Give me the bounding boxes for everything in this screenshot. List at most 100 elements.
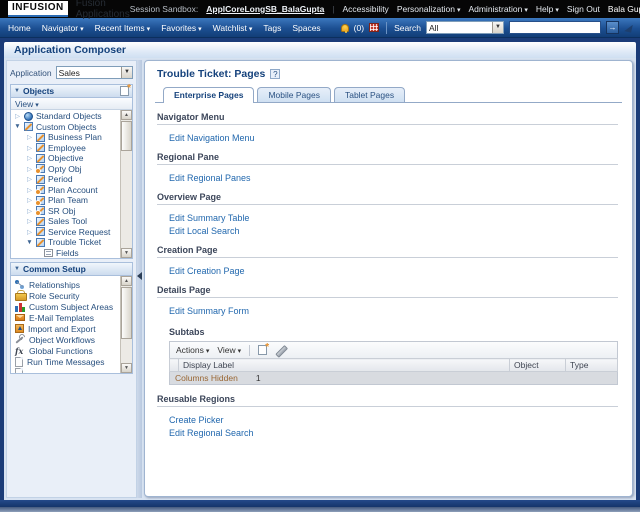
help-menu[interactable]: Help — [536, 4, 559, 14]
tree-item-sr-obj[interactable]: SR Obj — [11, 206, 120, 217]
edit-summary-table-link[interactable]: Edit Summary Table — [169, 213, 249, 223]
chevron-down-icon[interactable]: ▼ — [121, 67, 132, 78]
expand-icon[interactable] — [26, 165, 33, 173]
extended-object-icon — [36, 185, 45, 194]
common-setup-scrollbar[interactable]: ▲ ▼ — [120, 276, 132, 373]
advanced-search-icon[interactable] — [624, 23, 633, 32]
tree-item-opty-obj[interactable]: Opty Obj — [11, 164, 120, 175]
custom-object-icon — [36, 238, 45, 247]
tab-tablet-pages[interactable]: Tablet Pages — [334, 87, 405, 102]
nav-navigator-menu[interactable]: Navigator — [42, 23, 84, 33]
create-picker-link[interactable]: Create Picker — [169, 415, 224, 425]
application-select[interactable]: Sales ▼ — [56, 66, 133, 79]
chevron-down-icon[interactable]: ▼ — [492, 22, 503, 33]
collapse-icon[interactable] — [26, 239, 33, 246]
accessibility-link[interactable]: Accessibility — [343, 4, 389, 14]
collapse-icon[interactable] — [14, 123, 21, 130]
scroll-down-icon[interactable]: ▼ — [121, 248, 132, 258]
expand-icon[interactable] — [26, 186, 33, 194]
expand-icon[interactable] — [26, 154, 33, 162]
common-setup-item-run-time-messages[interactable]: Run Time Messages — [11, 356, 120, 367]
common-setup-item-role-security[interactable]: Role Security — [11, 290, 120, 301]
tree-item-custom-objects[interactable]: Custom Objects — [11, 122, 120, 133]
window-frame: Application Composer Application Sales ▼… — [0, 38, 640, 500]
search-scope-select[interactable]: All ▼ — [426, 21, 504, 34]
custom-object-icon — [36, 227, 45, 236]
common-setup-item-clipped[interactable] — [11, 367, 120, 373]
sign-out-link[interactable]: Sign Out — [567, 4, 600, 14]
tree-item-plan-account[interactable]: Plan Account — [11, 185, 120, 196]
scroll-thumb[interactable] — [121, 287, 132, 339]
expand-icon[interactable] — [26, 217, 33, 225]
expand-icon[interactable] — [26, 133, 33, 141]
tree-item-business-plan[interactable]: Business Plan — [11, 132, 120, 143]
view-menu[interactable]: View — [15, 99, 39, 109]
scroll-up-icon[interactable]: ▲ — [121, 276, 132, 286]
tree-item-objective[interactable]: Objective — [11, 153, 120, 164]
tree-item-standard-objects[interactable]: Standard Objects — [11, 111, 120, 122]
edit-pencil-icon[interactable] — [275, 344, 287, 356]
view-menu[interactable]: View — [217, 345, 241, 355]
expand-icon[interactable] — [26, 196, 33, 204]
edit-summary-form-link[interactable]: Edit Summary Form — [169, 306, 249, 316]
tree-item-plan-team[interactable]: Plan Team — [11, 195, 120, 206]
collapse-pane-icon[interactable] — [137, 272, 142, 280]
tab-enterprise-pages[interactable]: Enterprise Pages — [163, 87, 254, 103]
scroll-down-icon[interactable]: ▼ — [121, 363, 132, 373]
expand-icon[interactable] — [26, 207, 33, 215]
search-label: Search — [394, 23, 421, 33]
administration-menu[interactable]: Administration — [468, 4, 527, 14]
edit-regional-search-link[interactable]: Edit Regional Search — [169, 428, 254, 438]
help-icon[interactable]: ? — [270, 69, 280, 79]
tree-item-period[interactable]: Period — [11, 174, 120, 185]
common-setup-item-global-functions[interactable]: Global Functions — [11, 345, 120, 356]
nav-watchlist-menu[interactable]: Watchlist — [213, 23, 253, 33]
edit-navigation-menu-link[interactable]: Edit Navigation Menu — [169, 133, 255, 143]
tree-item-sales-tool[interactable]: Sales Tool — [11, 216, 120, 227]
panel-splitter[interactable] — [137, 60, 142, 498]
objects-panel-header[interactable]: ▼ Objects — [11, 85, 132, 98]
common-setup-header[interactable]: ▼ Common Setup — [11, 263, 132, 276]
search-go-button[interactable]: → — [606, 21, 619, 34]
global-search-input[interactable] — [509, 21, 601, 34]
common-setup-item-import-export[interactable]: Import and Export — [11, 323, 120, 334]
new-object-icon[interactable] — [120, 86, 129, 96]
create-subtab-icon[interactable] — [258, 345, 267, 355]
nav-recent-items-menu[interactable]: Recent Items — [95, 23, 151, 33]
session-sandbox-link[interactable]: ApplCoreLongSB_BalaGupta — [206, 4, 324, 14]
tree-item-employee[interactable]: Employee — [11, 143, 120, 154]
nav-spaces[interactable]: Spaces — [292, 23, 320, 33]
common-setup-item-custom-subject-areas[interactable]: Custom Subject Areas — [11, 301, 120, 312]
common-setup-item-relationships[interactable]: Relationships — [11, 279, 120, 290]
expand-icon[interactable] — [26, 228, 33, 236]
tab-mobile-pages[interactable]: Mobile Pages — [257, 87, 331, 102]
actions-menu[interactable]: Actions — [176, 345, 209, 355]
notifications-bell-icon[interactable] — [341, 24, 349, 32]
nav-favorites-menu[interactable]: Favorites — [161, 23, 201, 33]
edit-regional-panes-link[interactable]: Edit Regional Panes — [169, 173, 251, 183]
common-setup-item-email-templates[interactable]: E-Mail Templates — [11, 312, 120, 323]
column-object[interactable]: Object — [510, 359, 566, 372]
nav-tags[interactable]: Tags — [263, 23, 281, 33]
divider — [386, 22, 387, 34]
tree-item-fields[interactable]: Fields — [11, 248, 120, 259]
nav-home[interactable]: Home — [8, 23, 31, 33]
tree-scrollbar[interactable]: ▲ ▼ — [120, 110, 132, 258]
tree-item-service-request[interactable]: Service Request — [11, 227, 120, 238]
scroll-thumb[interactable] — [121, 121, 132, 151]
edit-creation-page-link[interactable]: Edit Creation Page — [169, 266, 245, 276]
collapse-chevron-icon[interactable]: ▼ — [14, 266, 20, 272]
collapse-chevron-icon[interactable]: ▼ — [14, 88, 20, 94]
expand-icon[interactable] — [26, 144, 33, 152]
common-setup-item-object-workflows[interactable]: Object Workflows — [11, 334, 120, 345]
expand-icon[interactable] — [14, 112, 21, 120]
personalization-menu[interactable]: Personalization — [397, 4, 461, 14]
scroll-up-icon[interactable]: ▲ — [121, 110, 132, 120]
expand-icon[interactable] — [26, 175, 33, 183]
edit-local-search-link[interactable]: Edit Local Search — [169, 226, 240, 236]
favorites-grid-icon[interactable] — [369, 23, 379, 32]
tree-item-trouble-ticket[interactable]: Trouble Ticket — [11, 237, 120, 248]
subtabs-table: Display Label Object Type — [169, 358, 618, 372]
column-display-label[interactable]: Display Label — [179, 359, 510, 372]
column-type[interactable]: Type — [566, 359, 618, 372]
